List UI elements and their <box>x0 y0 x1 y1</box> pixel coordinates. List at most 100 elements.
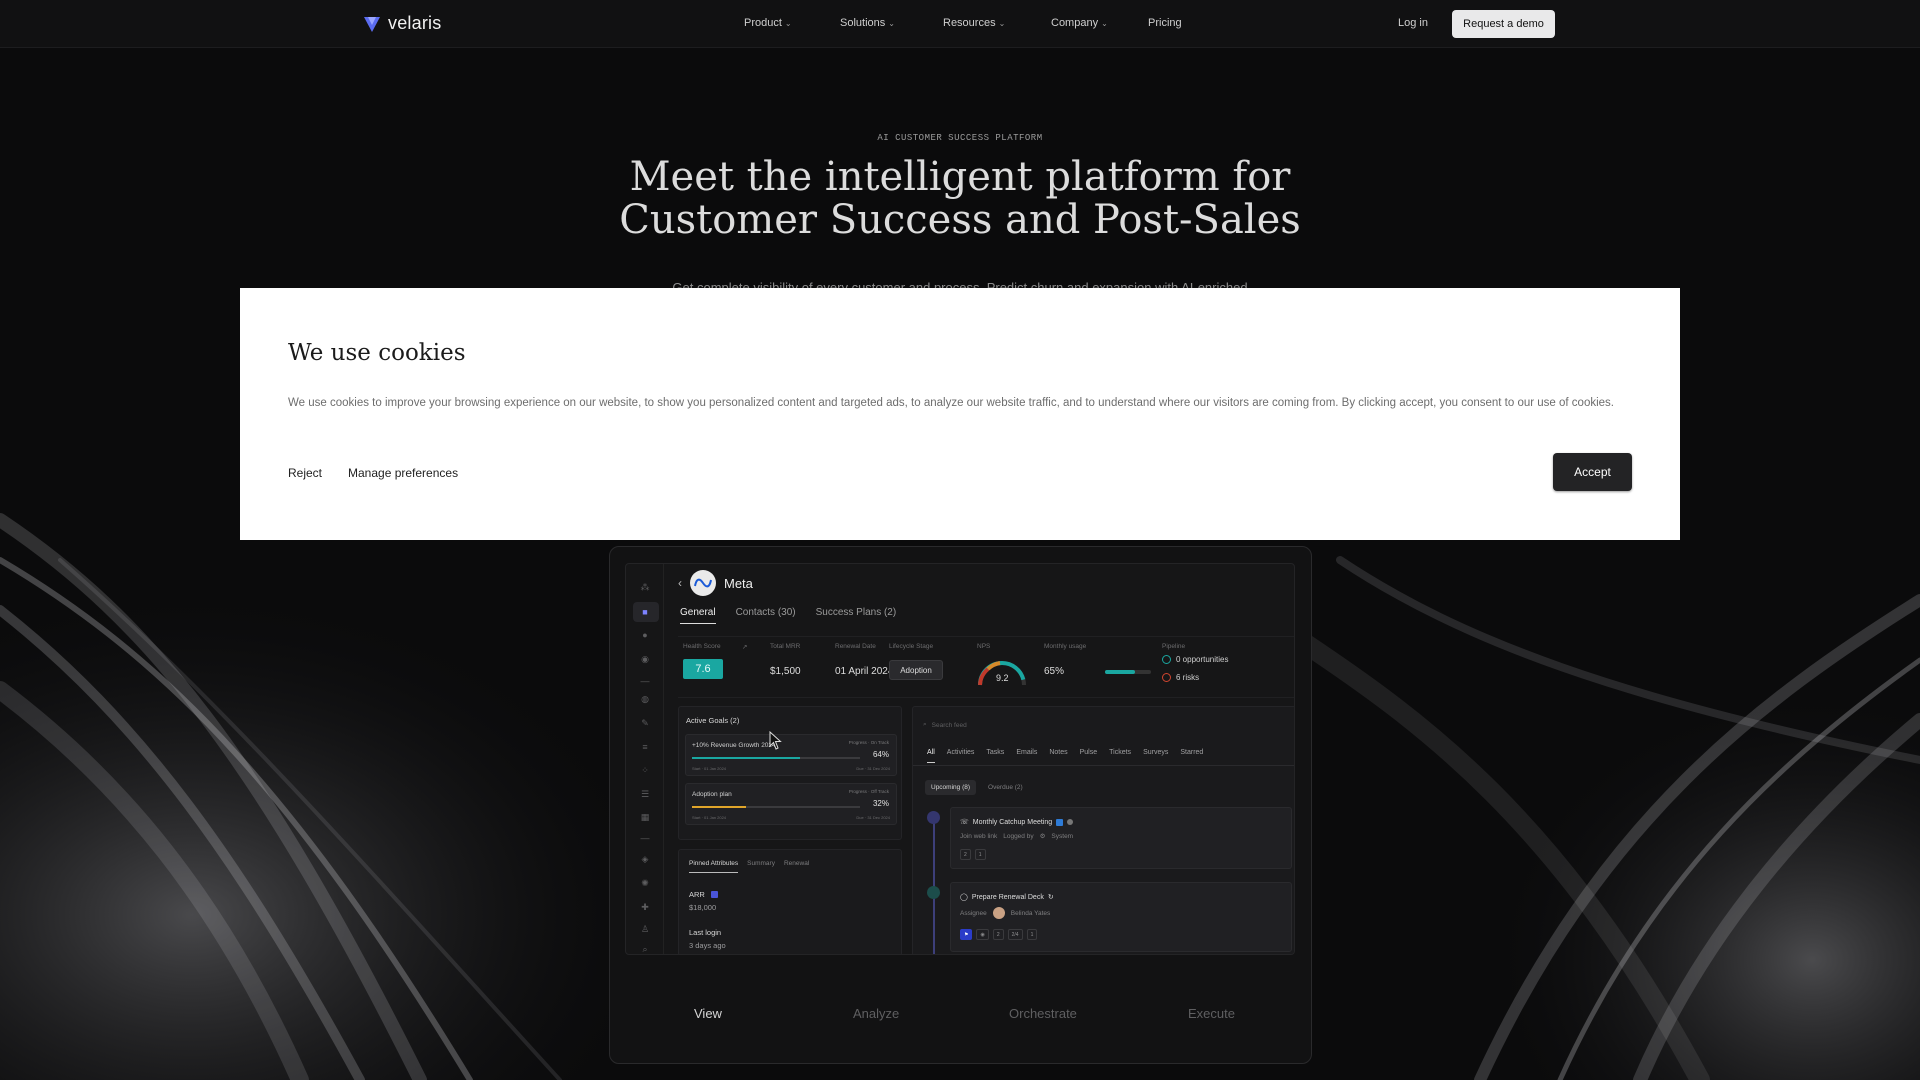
goal-start-date: Start · 01 Jan 2024 <box>692 766 727 771</box>
repeat-icon: ↻ <box>1047 894 1054 901</box>
goal-card[interactable]: Adoption plan Progress · Off Track 32% S… <box>685 783 897 825</box>
hero-headline-line-1: Meet the intelligent platform for <box>629 154 1291 200</box>
feed-event[interactable]: ☏ Monthly Catchup Meeting Join web link … <box>950 807 1292 869</box>
risk-icon <box>1162 673 1171 682</box>
subtask-count-chip[interactable]: 2/4 <box>1007 929 1023 940</box>
renewal-label: Renewal Date <box>835 643 876 650</box>
chevron-down-icon: ⌄ <box>998 18 1006 28</box>
nodes-icon[interactable]: ⁘ <box>640 765 650 775</box>
search-icon[interactable]: ⌕ <box>640 944 650 954</box>
list-icon[interactable]: ≡ <box>640 742 650 752</box>
tab-tickets[interactable]: Tickets <box>1109 749 1131 763</box>
active-goals-title: Active Goals (2) <box>686 716 740 725</box>
attachment-count-chip[interactable]: 2 <box>992 929 1004 940</box>
back-icon[interactable]: ‹ <box>678 576 682 590</box>
comment-count-chip[interactable]: 1 <box>1026 929 1038 940</box>
contacts-icon[interactable]: ● <box>640 630 650 640</box>
cookie-title: We use cookies <box>288 340 466 366</box>
nav-item-label: Pricing <box>1148 17 1182 29</box>
tab-summary[interactable]: Summary <box>747 860 775 873</box>
lifecycle-stage-button[interactable]: Adoption <box>889 660 943 680</box>
step-analyze[interactable]: Analyze <box>853 1006 899 1021</box>
last-login-label: Last login <box>689 928 722 937</box>
nav-item-company[interactable]: Company ⌄ <box>1051 17 1108 29</box>
feed-search[interactable]: ⌕ Search feed <box>923 721 967 729</box>
layers-icon[interactable]: ◈ <box>640 854 650 864</box>
opportunity-icon <box>1162 655 1171 664</box>
tab-success-plans[interactable]: Success Plans (2) <box>816 607 897 624</box>
goal-card[interactable]: +10% Revenue Growth 2024 Progress · On T… <box>685 734 897 776</box>
tab-overdue[interactable]: Overdue (2) <box>982 780 1029 795</box>
top-nav: velaris Product ⌄ Solutions ⌄ Resources … <box>0 0 1920 48</box>
chevron-down-icon: ⌄ <box>1101 18 1108 28</box>
usage-label: Monthly usage <box>1044 643 1087 650</box>
tab-pulse[interactable]: Pulse <box>1080 749 1098 763</box>
opportunities-row[interactable]: 0 opportunities <box>1162 655 1228 664</box>
join-link[interactable]: Join web link <box>960 833 997 840</box>
plus-icon[interactable]: ✚ <box>640 902 650 912</box>
tab-starred[interactable]: Starred <box>1180 749 1203 763</box>
nav-item-solutions[interactable]: Solutions ⌄ <box>840 17 895 29</box>
apps-icon[interactable]: ⁂ <box>640 582 650 592</box>
activity-feed: ⌕ Search feed All Activities Tasks Email… <box>912 706 1294 954</box>
assignee-label: Assignee <box>960 909 987 917</box>
tab-all[interactable]: All <box>927 749 935 763</box>
pen-icon[interactable]: ✎ <box>640 718 650 728</box>
goal-dates: Start · 01 Jan 2024 Due · 31 Dec 2024 <box>692 815 890 820</box>
assignee-name: Belinda Yates <box>1010 909 1051 917</box>
step-orchestrate[interactable]: Orchestrate <box>1009 1006 1077 1021</box>
nav-item-product[interactable]: Product ⌄ <box>744 17 792 29</box>
health-score-badge: 7.6 <box>683 659 723 679</box>
checkbox-icon[interactable]: ◯ <box>960 893 968 901</box>
step-view[interactable]: View <box>694 1006 722 1021</box>
tab-renewal[interactable]: Renewal <box>784 860 809 873</box>
goal-percent: 64% <box>872 750 889 759</box>
globe-icon[interactable]: ◍ <box>640 694 650 704</box>
reject-button[interactable]: Reject <box>288 466 322 480</box>
event-title-row: ◯ Prepare Renewal Deck ↻ <box>960 893 1054 902</box>
priority-icon[interactable]: ◉ <box>976 929 989 940</box>
request-demo-button[interactable]: Request a demo <box>1452 10 1555 38</box>
trend-icon[interactable]: ↗ <box>742 643 747 651</box>
opportunities-value: 0 opportunities <box>1176 655 1229 664</box>
goal-due-date: Due · 31 Dec 2024 <box>856 815 890 820</box>
usage-value: 65% <box>1044 666 1065 677</box>
pipeline-label: Pipeline <box>1162 643 1186 650</box>
attachment-count-chip[interactable]: 2 <box>960 849 971 860</box>
feed-tabs-divider <box>913 765 1294 766</box>
chevron-down-icon: ⌄ <box>888 18 895 28</box>
renewal-value: 01 April 2024 <box>835 666 894 677</box>
menu-icon[interactable]: ☰ <box>640 789 650 799</box>
comment-count-chip[interactable]: 1 <box>974 849 986 860</box>
target-icon[interactable]: ◉ <box>640 654 650 664</box>
settings-icon[interactable]: ✺ <box>640 878 650 888</box>
manage-preferences-button[interactable]: Manage preferences <box>348 466 458 480</box>
user-icon[interactable]: ♙ <box>640 924 650 934</box>
feed-search-placeholder: Search feed <box>931 721 967 729</box>
tab-tasks[interactable]: Tasks <box>986 749 1004 763</box>
tab-emails[interactable]: Emails <box>1016 749 1037 763</box>
tab-contacts[interactable]: Contacts (30) <box>736 607 796 624</box>
tab-general[interactable]: General <box>680 607 716 624</box>
tab-pinned-attributes[interactable]: Pinned Attributes <box>689 860 739 873</box>
feed-event[interactable]: ◯ Prepare Renewal Deck ↻ Assignee Belind… <box>950 882 1292 952</box>
logged-by-value: System <box>1051 832 1074 840</box>
arr-label: ARR <box>689 890 705 899</box>
tag-icon <box>711 891 718 898</box>
accept-button[interactable]: Accept <box>1553 453 1632 491</box>
risks-value: 6 risks <box>1176 673 1200 682</box>
goal-dates: Start · 01 Jan 2024 Due · 31 Dec 2024 <box>692 766 890 771</box>
tab-surveys[interactable]: Surveys <box>1143 749 1168 763</box>
login-link[interactable]: Log in <box>1398 17 1428 29</box>
accounts-icon[interactable]: ■ <box>640 607 650 617</box>
tab-upcoming[interactable]: Upcoming (8) <box>925 780 977 795</box>
nav-item-resources[interactable]: Resources ⌄ <box>943 17 1005 29</box>
nav-item-pricing[interactable]: Pricing <box>1148 17 1182 29</box>
table-icon[interactable]: ▦ <box>640 812 650 822</box>
goal-due-date: Due · 31 Dec 2024 <box>856 766 890 771</box>
tab-notes[interactable]: Notes <box>1049 749 1067 763</box>
step-execute[interactable]: Execute <box>1188 1006 1235 1021</box>
tab-activities[interactable]: Activities <box>947 749 975 763</box>
flag-icon[interactable]: ⚑ <box>960 929 973 940</box>
risks-row[interactable]: 6 risks <box>1162 673 1199 682</box>
